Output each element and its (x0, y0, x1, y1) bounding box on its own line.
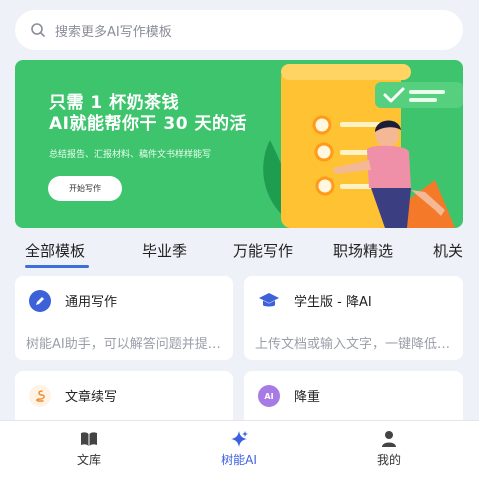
tab-government[interactable]: 机关 (433, 240, 463, 261)
active-tab-indicator (25, 265, 89, 268)
card-title: 降重 (294, 390, 321, 405)
card-description: 树能AI助手，可以解答问题并提供帮助 (26, 337, 222, 352)
search-icon (31, 23, 45, 37)
card-title: 通用写作 (65, 295, 118, 310)
card-title: 文章续写 (65, 390, 118, 405)
card-title: 学生版 - 降AI (294, 295, 372, 310)
pen-icon (29, 290, 51, 312)
ribbon-icon (29, 385, 51, 407)
nav-label: 树能AI (221, 453, 257, 467)
nav-profile[interactable]: 我的 (349, 430, 429, 468)
nav-ai[interactable]: 树能AI (199, 430, 279, 468)
tab-all-templates[interactable]: 全部模板 (25, 240, 85, 261)
bottom-nav: 文库 树能AI 我的 (0, 420, 479, 480)
category-tabs: 全部模板 毕业季 万能写作 职场精选 机关 (0, 236, 479, 272)
nav-label: 文库 (76, 453, 101, 467)
tab-graduation[interactable]: 毕业季 (142, 240, 187, 261)
promo-banner[interactable]: 只需 1 杯奶茶钱 AI就能帮你干 30 天的活 总结报告、汇报材料、稿件文书样… (15, 60, 463, 228)
person-icon (382, 431, 396, 447)
svg-text:AI: AI (264, 392, 273, 401)
template-card-general-writing[interactable]: 通用写作 树能AI助手，可以解答问题并提供帮助 (15, 276, 233, 360)
sparkle-icon (231, 431, 248, 447)
search-placeholder: 搜索更多AI写作模板 (55, 24, 172, 40)
tab-workplace[interactable]: 职场精选 (333, 240, 393, 261)
banner-subline: 总结报告、汇报材料、稿件文书样样能写 (49, 150, 212, 160)
graduation-cap-icon (258, 290, 280, 312)
banner-illustration (263, 64, 463, 228)
tab-universal-writing[interactable]: 万能写作 (233, 240, 293, 261)
ai-badge-icon: AI (258, 385, 280, 407)
nav-label: 我的 (376, 453, 401, 467)
card-description: 上传文档或输入文字，一键降低AI率 (255, 337, 451, 352)
banner-headline: 只需 1 杯奶茶钱 AI就能帮你干 30 天的活 (49, 93, 247, 134)
template-card-student-reduce-ai[interactable]: 学生版 - 降AI 上传文档或输入文字，一键降低AI率 (244, 276, 463, 360)
nav-library[interactable]: 文库 (49, 430, 129, 468)
book-icon (81, 432, 97, 446)
search-bar[interactable]: 搜索更多AI写作模板 (15, 10, 463, 50)
start-writing-button[interactable]: 开始写作 (48, 176, 122, 201)
